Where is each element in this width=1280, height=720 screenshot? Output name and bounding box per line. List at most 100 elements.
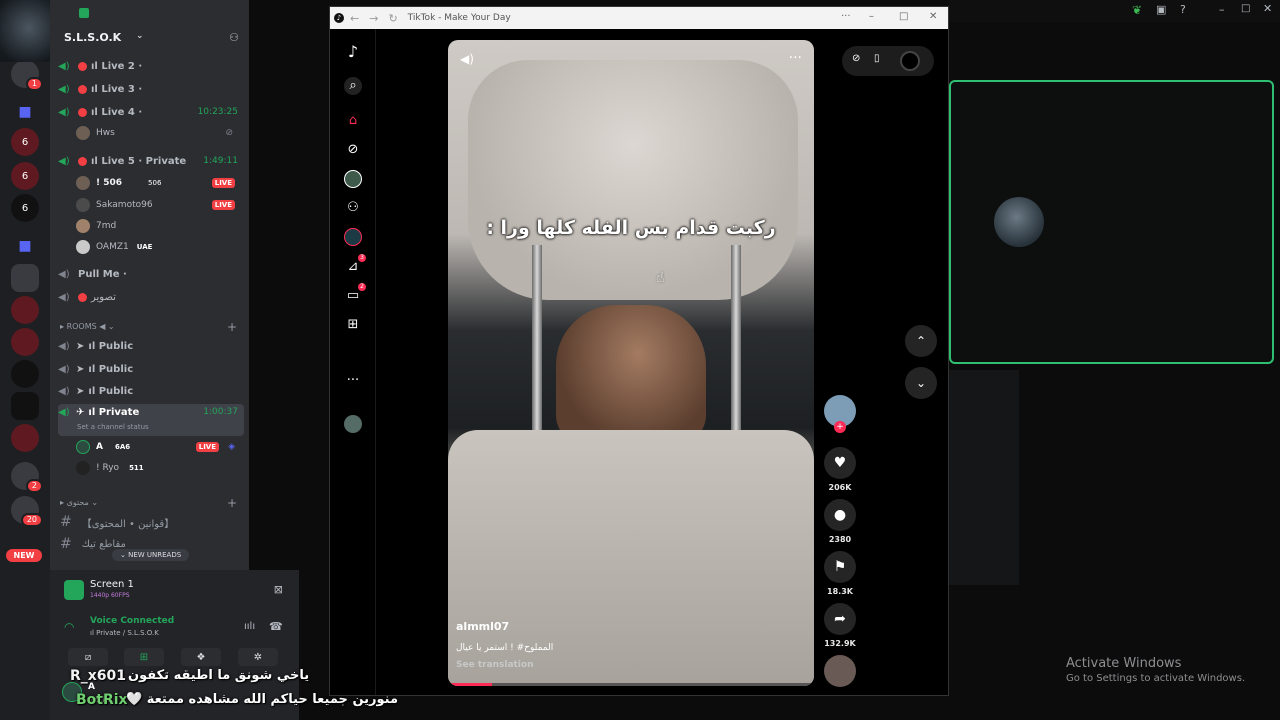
more-icon[interactable]: ··· (344, 372, 362, 390)
video-player[interactable]: ركبت قدام بس الفله كلها ورا : ◀) ··· alm… (448, 40, 814, 686)
voice-channel[interactable]: ◀) ➤ ıl Public (58, 359, 244, 379)
help-icon[interactable]: ? (1180, 3, 1186, 16)
messages-icon[interactable]: ▭ 2 (344, 283, 366, 305)
progress-bar[interactable] (448, 683, 814, 686)
category-header[interactable]: ▸ محتوى ⌄ (60, 498, 98, 507)
tiktok-logo-icon[interactable]: ♪ (344, 43, 362, 61)
server-folder[interactable]: 20 (11, 496, 43, 527)
voice-channel[interactable]: ◀) ıl Live 3 · (58, 79, 244, 99)
close-icon[interactable]: ✕ (929, 11, 937, 22)
hash-icon: # (60, 536, 72, 552)
voice-user[interactable]: 7md (76, 217, 241, 235)
voice-user[interactable]: OAMZ1 UAE (76, 238, 241, 256)
save-count: 18.3K (827, 587, 853, 596)
activities-button[interactable]: ❖ (181, 648, 221, 666)
avatar (76, 440, 90, 454)
see-translation-link[interactable]: See translation (456, 660, 534, 670)
folder-icon[interactable]: ■ (11, 98, 39, 126)
sound-disc[interactable] (824, 655, 856, 687)
server-folder[interactable]: 2 (11, 462, 43, 493)
forward-icon[interactable]: → (369, 12, 378, 25)
device-icon[interactable]: ▯ (874, 53, 880, 64)
more-options-icon[interactable]: ··· (789, 50, 802, 66)
search-icon[interactable]: ⌕ (344, 77, 362, 95)
avatar (76, 198, 90, 212)
follow-plus-icon[interactable]: + (834, 421, 846, 433)
server-icon[interactable] (11, 296, 39, 324)
maximize-icon[interactable]: □ (899, 11, 908, 22)
voice-channel[interactable]: ◀) ıl Live 5 · Private 1:49:11 (58, 151, 244, 171)
previous-video-button[interactable]: ⌃ (905, 325, 937, 357)
new-unreads-pill[interactable]: ⌄ NEW UNREADS (112, 549, 190, 561)
close-icon[interactable]: ✕ (1263, 2, 1272, 15)
server-icon[interactable]: 6 (11, 128, 39, 156)
server-icon[interactable]: 6 (11, 162, 39, 190)
server-icon[interactable] (11, 264, 39, 292)
leaf-icon[interactable]: ❦ (1132, 3, 1142, 17)
next-video-button[interactable]: ⌄ (905, 367, 937, 399)
channel-status[interactable]: Set a channel status (77, 423, 149, 431)
category-header[interactable]: ▸ ROOMS ◀ ⌄ (60, 322, 115, 331)
soundboard-button[interactable]: ✲ (238, 648, 278, 666)
voice-user[interactable]: Sakamoto96 LIVE (76, 196, 241, 214)
voice-user[interactable]: A 6A6 LIVE ◈ (76, 438, 241, 456)
creator-avatar[interactable]: + (824, 395, 856, 433)
text-channel[interactable]: # 【قوانين • المحتوى】 (60, 514, 174, 530)
folder-icon[interactable]: ■ (11, 232, 39, 260)
share-button[interactable]: ➦ 132.9K (824, 603, 856, 648)
server-icon[interactable]: 6 (11, 194, 39, 222)
screen-share-button[interactable]: ⊞ (124, 648, 164, 666)
upload-icon[interactable]: ⊞ (344, 316, 362, 334)
minimize-icon[interactable]: – (869, 11, 874, 22)
server-icon[interactable] (11, 360, 39, 388)
voice-channel[interactable]: ◀) ➤ ıl Public (58, 336, 244, 356)
server-header[interactable]: S.L.S.O.K ⌄ ⚇ (50, 0, 249, 50)
voice-channel-label[interactable]: ıl Private / S.L.S.O.K (90, 629, 159, 637)
minimize-icon[interactable]: – (1219, 3, 1225, 16)
add-member-icon[interactable]: ⚇ (229, 31, 239, 44)
noise-suppression-icon[interactable]: ıılı (244, 621, 255, 632)
add-channel-icon[interactable]: + (227, 496, 237, 510)
profile-avatar[interactable] (344, 415, 362, 433)
author-name[interactable]: almml07 (456, 620, 509, 633)
voice-user[interactable]: ! 506 506 LIVE (76, 174, 241, 192)
server-icon[interactable] (11, 424, 39, 452)
voice-channel[interactable]: ◀) ıl Live 2 · (58, 56, 244, 76)
comment-button[interactable]: ● 2380 (824, 499, 856, 544)
new-badge[interactable]: NEW (6, 549, 42, 562)
like-button[interactable]: ♥ 206K (824, 447, 856, 492)
voice-channel-active[interactable]: ◀) ✈ ıl Private 1:00:37 Set a channel stat… (58, 404, 244, 436)
toggle-icon[interactable] (900, 51, 920, 71)
screen-share-box[interactable]: Screen 1 1440p 60FPS ⊠ (58, 577, 291, 605)
explore-icon[interactable]: ⊘ (344, 141, 362, 159)
voice-user[interactable]: Hws ⊘ (76, 124, 241, 142)
video-off-button[interactable]: ⧄ (68, 648, 108, 666)
reload-icon[interactable]: ↻ (388, 12, 397, 25)
server-icon[interactable] (11, 328, 39, 356)
back-icon[interactable]: ← (350, 12, 359, 25)
voice-connected-label[interactable]: Voice Connected (90, 616, 174, 626)
menu-icon[interactable]: ··· (841, 11, 851, 22)
stop-stream-icon[interactable]: ⊠ (274, 583, 283, 596)
save-button[interactable]: ⚑ 18.3K (824, 551, 856, 596)
voice-user[interactable]: ! Ryo 511 (76, 459, 241, 477)
server-name[interactable]: S.L.S.O.K (64, 31, 121, 44)
chevron-down-icon[interactable]: ⌄ (136, 31, 144, 41)
inbox-icon[interactable]: ▣ (1156, 3, 1166, 16)
voice-channel[interactable]: ◀) تصوير (58, 287, 244, 307)
home-icon[interactable]: ⌂ (344, 112, 362, 130)
server-icon[interactable]: 1 (11, 60, 43, 91)
add-channel-icon[interactable]: + (227, 320, 237, 334)
server-icon[interactable] (11, 392, 39, 420)
disconnect-icon[interactable]: ☎ (269, 620, 283, 633)
maximize-icon[interactable]: □ (1241, 3, 1250, 14)
following-avatar[interactable] (344, 170, 362, 188)
voice-channel[interactable]: ◀) Pull Me · (58, 264, 244, 284)
live-icon[interactable] (344, 228, 362, 246)
voice-channel[interactable]: ◀) ➤ ıl Public (58, 381, 244, 401)
inbox-icon[interactable]: ⊿ 3 (344, 254, 366, 276)
explore-icon[interactable]: ⊘ (852, 53, 860, 64)
friends-icon[interactable]: ⚇ (344, 199, 362, 217)
volume-icon[interactable]: ◀) (460, 52, 474, 66)
voice-channel[interactable]: ◀) ıl Live 4 · 10:23:25 (58, 102, 244, 122)
